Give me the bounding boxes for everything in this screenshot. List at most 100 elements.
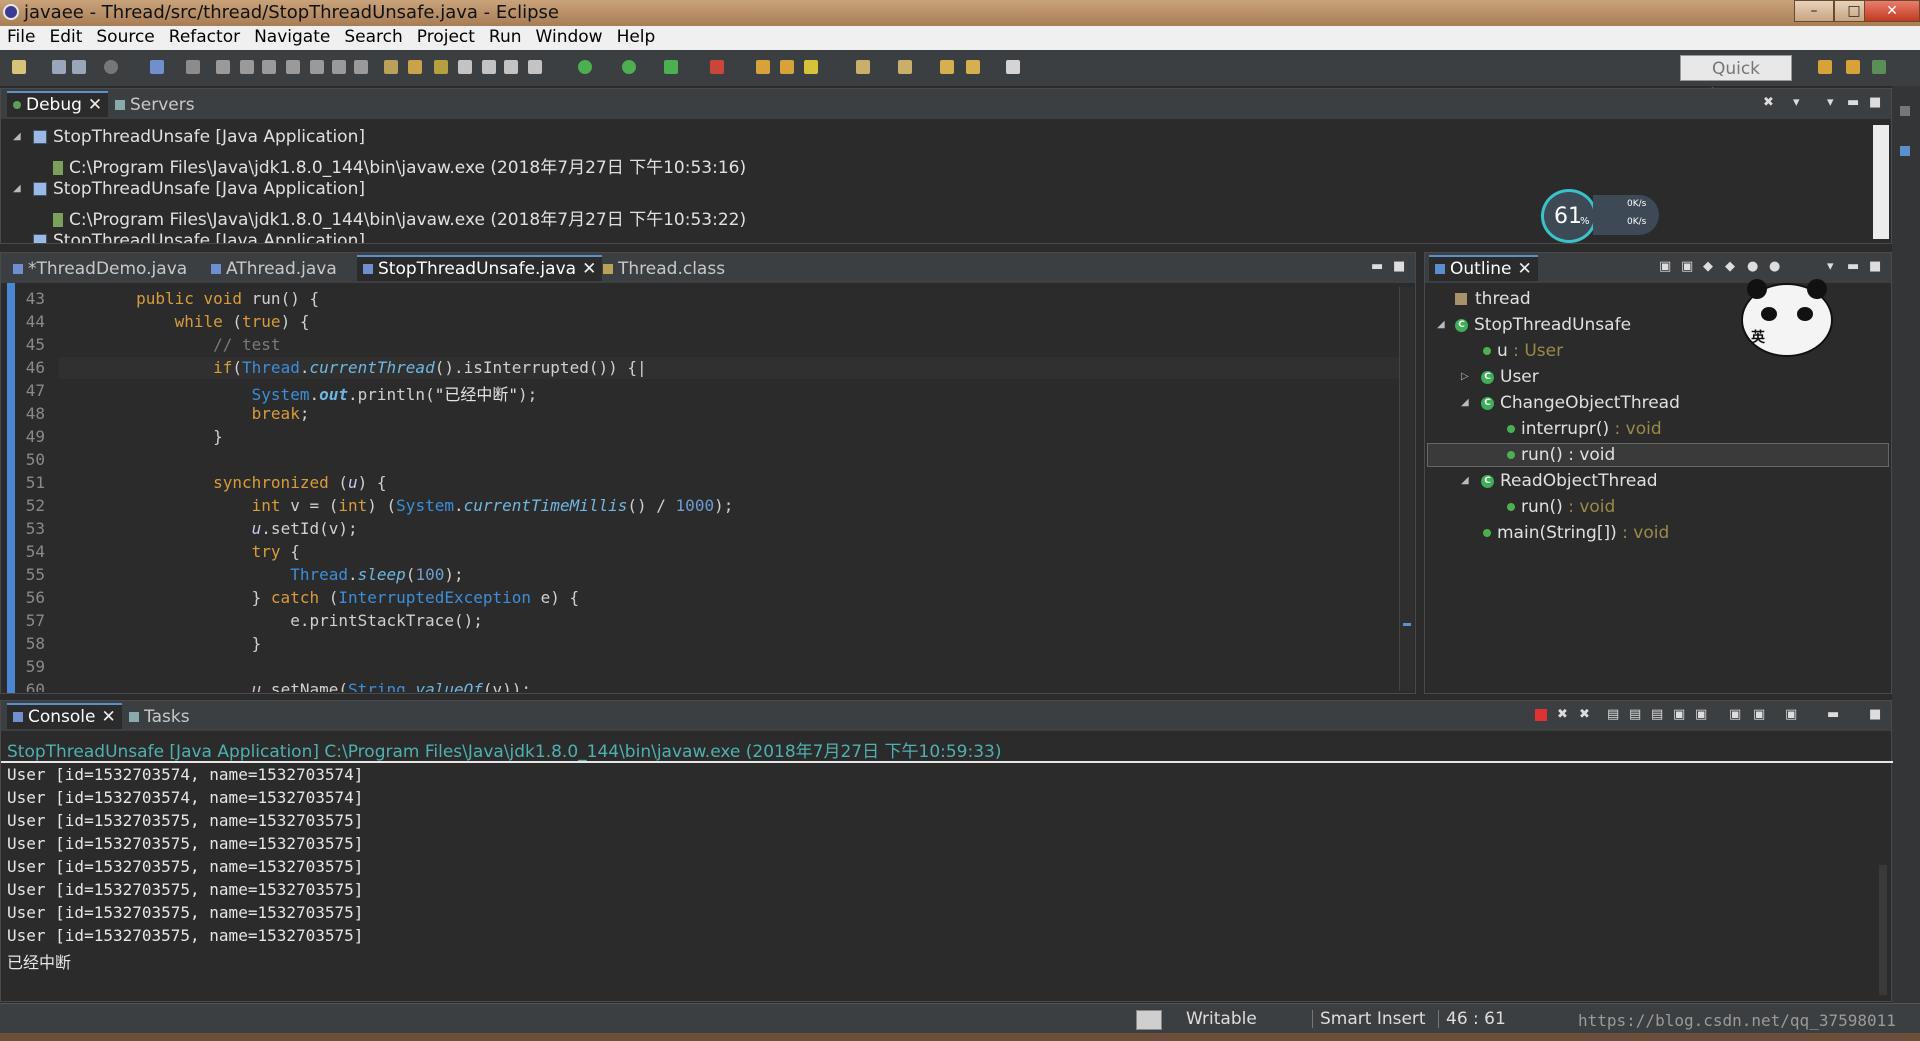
menu-navigate[interactable]: Navigate: [247, 26, 337, 47]
quick-access-input[interactable]: Quick Access: [1680, 55, 1792, 105]
minimize-view-icon[interactable]: ▬: [1827, 707, 1839, 722]
tab-stopthreadunsafe[interactable]: StopThreadUnsafe.java ✕: [357, 255, 603, 281]
maximize-view-icon[interactable]: ■: [1869, 95, 1881, 110]
code-line[interactable]: int v = (int) (System.currentTimeMillis(…: [59, 496, 734, 515]
use-step-filters-icon[interactable]: [408, 60, 422, 74]
show-on-stdout-icon[interactable]: ▣: [1673, 707, 1685, 722]
word-wrap-icon[interactable]: ▤: [1651, 707, 1663, 722]
outline-item-class[interactable]: C User: [1481, 367, 1539, 387]
word-wrap-icon[interactable]: [528, 60, 542, 74]
close-icon[interactable]: ✕: [1518, 259, 1532, 279]
outline-item-method[interactable]: interrupr() : void: [1507, 419, 1662, 439]
run-icon[interactable]: [622, 60, 636, 74]
hide-non-public-icon[interactable]: ●: [1747, 259, 1758, 274]
editor-scrollbar[interactable]: [1399, 287, 1414, 691]
outline-item-method[interactable]: main(String[]) : void: [1483, 523, 1669, 543]
view-menu-icon[interactable]: ▾: [1827, 95, 1834, 110]
show-whitespace-icon[interactable]: [482, 60, 496, 74]
code-line[interactable]: e.printStackTrace();: [59, 611, 483, 630]
search-icon[interactable]: [898, 60, 912, 74]
code-line[interactable]: if(Thread.currentThread().isInterrupted(…: [59, 358, 647, 377]
expand-icon[interactable]: ◢: [13, 131, 21, 142]
scroll-lock-icon[interactable]: ▤: [1629, 707, 1641, 722]
code-line[interactable]: break;: [59, 404, 310, 423]
view-menu-icon[interactable]: ▾: [1827, 259, 1834, 274]
menu-help[interactable]: Help: [610, 26, 663, 47]
code-line[interactable]: [59, 450, 69, 469]
step-return-icon[interactable]: [354, 60, 368, 74]
close-icon[interactable]: ✕: [582, 259, 596, 279]
tasks-icon[interactable]: [1900, 146, 1910, 156]
close-icon[interactable]: ✕: [88, 95, 102, 115]
outline-item-method-selected[interactable]: run() : void: [1507, 445, 1615, 465]
console-line[interactable]: User [id=1532703575, name=1532703575]: [7, 926, 363, 945]
tab-console[interactable]: Console ✕: [7, 703, 122, 729]
console-line[interactable]: User [id=1532703575, name=1532703575]: [7, 857, 363, 876]
menu-refactor[interactable]: Refactor: [162, 26, 247, 47]
menu-edit[interactable]: Edit: [42, 26, 89, 47]
external-tools-icon[interactable]: [710, 60, 724, 74]
debug-launch[interactable]: StopThreadUnsafe [Java Application]: [33, 179, 365, 199]
console-line[interactable]: User [id=1532703575, name=1532703575]: [7, 834, 363, 853]
code-line[interactable]: // test: [59, 335, 280, 354]
prev-annotation-icon[interactable]: [940, 60, 954, 74]
terminate-icon[interactable]: [262, 60, 276, 74]
new-icon[interactable]: [12, 60, 26, 74]
disconnect-icon[interactable]: [286, 60, 300, 74]
forward-icon[interactable]: [1006, 60, 1020, 74]
save-all-icon[interactable]: [72, 60, 86, 74]
expand-icon[interactable]: ◢: [13, 183, 21, 194]
sort-icon[interactable]: ▣: [1681, 259, 1693, 274]
debug-launch[interactable]: StopThreadUnsafe [Java Application]: [33, 127, 365, 147]
new-package-icon[interactable]: [780, 60, 794, 74]
code-line[interactable]: Thread.sleep(100);: [59, 565, 463, 584]
open-type-icon[interactable]: [856, 60, 870, 74]
menu-window[interactable]: Window: [529, 26, 610, 47]
outline-item-class[interactable]: C ReadObjectThread: [1481, 471, 1658, 491]
maximize-view-icon[interactable]: ■: [1869, 707, 1881, 722]
open-perspective-icon[interactable]: [1818, 60, 1832, 74]
outline-item-class[interactable]: C ChangeObjectThread: [1481, 393, 1680, 413]
console-line[interactable]: User [id=1532703574, name=1532703574]: [7, 788, 363, 807]
tab-athread[interactable]: AThread.java: [205, 257, 343, 281]
outline-item-field[interactable]: u : User: [1483, 341, 1563, 361]
tab-thread-class[interactable]: Thread.class: [597, 257, 731, 281]
console-line[interactable]: User [id=1532703575, name=1532703575]: [7, 880, 363, 899]
code-line[interactable]: try {: [59, 542, 300, 561]
new-java-project-icon[interactable]: [756, 60, 770, 74]
code-line[interactable]: System.out.println("已经中断");: [59, 381, 538, 405]
suspend-icon[interactable]: [240, 60, 254, 74]
console-line[interactable]: User [id=1532703574, name=1532703574]: [7, 765, 363, 784]
back-icon[interactable]: [966, 60, 980, 74]
menu-source[interactable]: Source: [89, 26, 161, 47]
save-icon[interactable]: [52, 60, 66, 74]
code-line[interactable]: while (true) {: [59, 312, 310, 331]
tab-threaddemo[interactable]: *ThreadDemo.java: [7, 257, 193, 281]
outline-item-class[interactable]: C StopThreadUnsafe: [1455, 315, 1631, 335]
step-into-icon[interactable]: [310, 60, 324, 74]
expand-icon[interactable]: ◢: [1461, 475, 1469, 486]
pin-console-icon[interactable]: ▣: [1729, 707, 1741, 722]
step-over-icon[interactable]: [332, 60, 346, 74]
minimize-view-icon[interactable]: ▬: [1847, 95, 1859, 110]
code-line[interactable]: [59, 657, 69, 676]
collapse-icon[interactable]: ▷: [1461, 371, 1469, 382]
hide-fields-icon[interactable]: ◆: [1703, 259, 1713, 274]
task-progress-icon[interactable]: [1136, 1010, 1162, 1030]
collapse-icon[interactable]: ▾: [1793, 95, 1800, 110]
tab-outline[interactable]: Outline ✕: [1429, 255, 1538, 281]
code-line[interactable]: }: [59, 634, 262, 653]
restore-icon[interactable]: [1900, 106, 1910, 116]
remove-terminated-icon[interactable]: ✖: [1763, 95, 1774, 110]
close-icon[interactable]: ✕: [102, 707, 116, 727]
maximize-view-icon[interactable]: ■: [1393, 259, 1405, 274]
show-on-stderr-icon[interactable]: ▣: [1695, 707, 1707, 722]
terminate-icon[interactable]: [1535, 709, 1547, 721]
menu-project[interactable]: Project: [410, 26, 482, 47]
minimize-view-icon[interactable]: ▬: [1847, 259, 1859, 274]
coverage-icon[interactable]: [664, 60, 678, 74]
open-task-icon[interactable]: [434, 60, 448, 74]
minimize-button[interactable]: –: [1794, 0, 1834, 22]
resume-icon[interactable]: [216, 60, 230, 74]
drop-to-frame-icon[interactable]: [384, 60, 398, 74]
